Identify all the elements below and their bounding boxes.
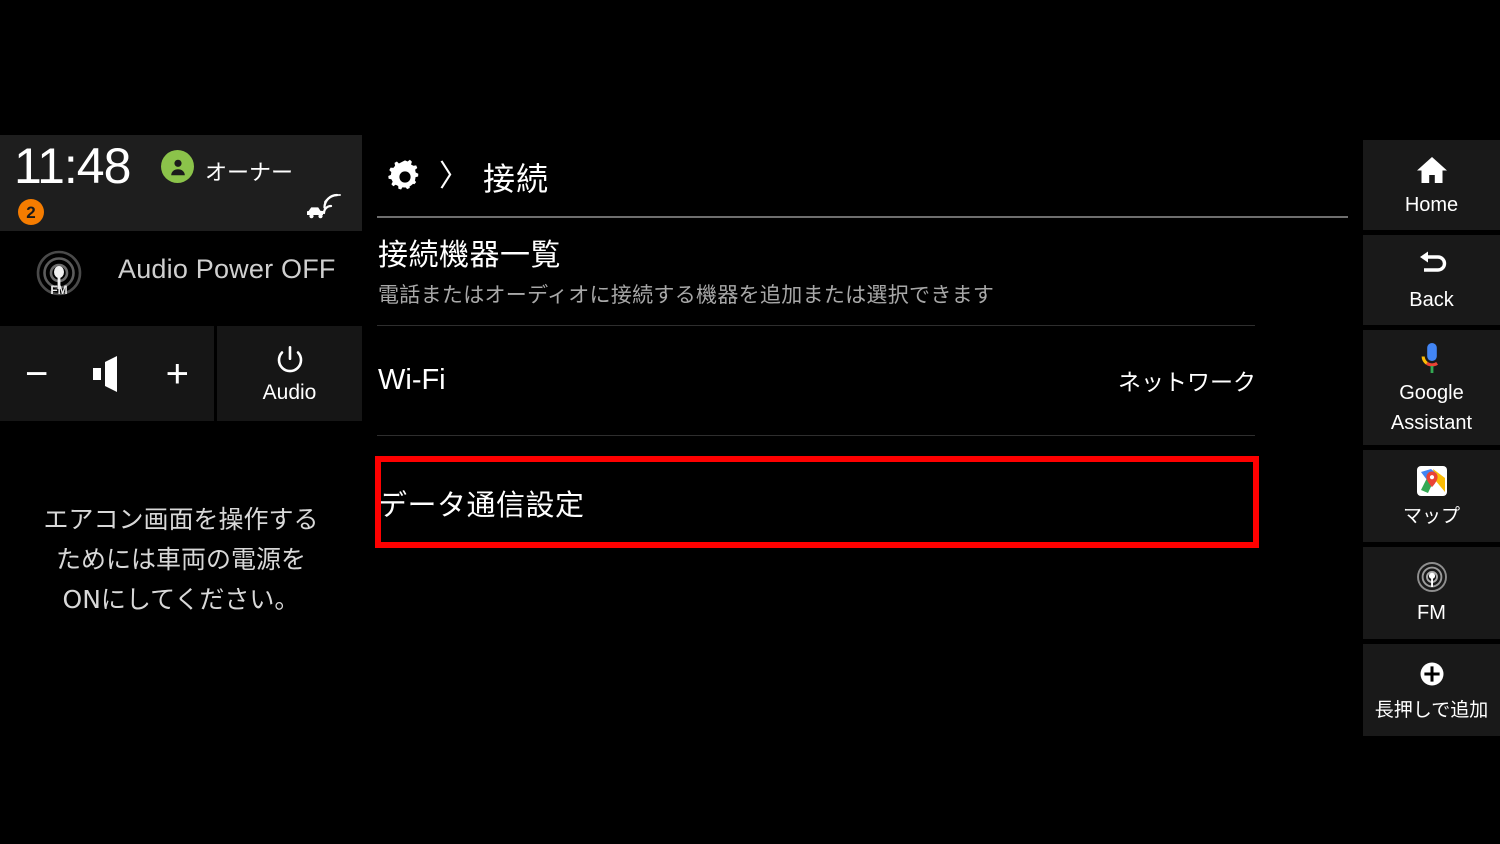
section-divider	[377, 325, 1255, 326]
screenshot-stage: 11:48 オーナー 2 FM Audio Power OFF − + Audi…	[0, 0, 1500, 844]
section-title: 接続機器一覧	[378, 238, 561, 273]
sidebar-item-label: FM	[1417, 602, 1446, 624]
notification-badge[interactable]: 2	[18, 199, 44, 225]
row-divider	[377, 435, 1255, 436]
power-icon	[272, 343, 308, 379]
chevron-right-icon: 〉	[439, 160, 469, 193]
breadcrumb: 〉 接続	[385, 149, 549, 205]
status-bar: 11:48 オーナー 2	[0, 135, 362, 231]
settings-gear-icon[interactable]	[385, 157, 425, 197]
google-assistant-mic-icon	[1415, 341, 1449, 375]
volume-down-button[interactable]: −	[14, 354, 60, 394]
highlight-annotation-box	[375, 456, 1259, 548]
left-panel: 11:48 オーナー 2 FM Audio Power OFF − + Audi…	[0, 135, 362, 705]
sidebar-item-back[interactable]: Back	[1363, 235, 1500, 325]
ac-message-line-2: ためには車両の電源を	[55, 545, 306, 574]
svg-text:FM: FM	[50, 283, 67, 297]
sidebar-item-label: マップ	[1402, 505, 1460, 527]
header-divider	[377, 216, 1348, 218]
speaker-icon[interactable]	[87, 355, 127, 392]
volume-block: − +	[0, 326, 214, 421]
sidebar-item-label-line2: Assistant	[1390, 411, 1473, 434]
connected-car-icon	[302, 191, 342, 223]
volume-control-row: − + Audio	[0, 326, 362, 421]
fm-radio-icon	[1415, 561, 1449, 595]
section-subtitle: 電話またはオーディオに接続する機器を追加または選択できます	[378, 283, 995, 307]
sidebar-item-label: 長押しで追加	[1374, 699, 1489, 721]
sidebar-item-add-shortcut[interactable]: 長押しで追加	[1363, 644, 1500, 736]
breadcrumb-current: 接続	[483, 160, 550, 198]
sidebar-item-fm[interactable]: FM	[1363, 547, 1500, 639]
home-icon	[1415, 153, 1449, 187]
clock: 11:48	[14, 138, 131, 194]
person-avatar-icon[interactable]	[161, 150, 194, 183]
ac-unavailable-message: エアコン画面を操作する ためには車両の電源を ONにしてください。	[0, 500, 362, 620]
fm-radio-icon: FM	[33, 249, 85, 301]
audio-button-label: Audio	[262, 380, 317, 404]
sidebar-item-label-line1: Google	[1399, 381, 1464, 404]
list-item-value: ネットワーク	[1118, 370, 1256, 396]
profile-name: オーナー	[205, 161, 294, 186]
sidebar-item-label: Back	[1409, 289, 1454, 311]
sidebar-item-google-assistant[interactable]: Google Assistant	[1363, 330, 1500, 445]
sidebar-item-maps[interactable]: マップ	[1363, 450, 1500, 542]
right-sidebar: Home Back Google Assistant マップ FM 長押しで追加	[1363, 135, 1500, 736]
ac-message-line-3: ONにしてください。	[62, 585, 300, 614]
audio-power-button[interactable]: Audio	[217, 326, 362, 421]
volume-up-button[interactable]: +	[154, 354, 200, 394]
main-content: 〉 接続 接続機器一覧 電話またはオーディオに接続する機器を追加または選択できま…	[362, 135, 1362, 705]
audio-power-status: Audio Power OFF	[118, 254, 336, 284]
ac-message-line-1: エアコン画面を操作する	[43, 505, 319, 534]
sidebar-item-label: Home	[1404, 194, 1459, 216]
infotainment-screen: 11:48 オーナー 2 FM Audio Power OFF − + Audi…	[0, 135, 1500, 736]
list-item-wifi[interactable]: Wi-Fi ネットワーク	[378, 347, 1256, 413]
back-arrow-icon	[1415, 248, 1449, 282]
plus-circle-icon	[1415, 658, 1449, 692]
list-item-label: Wi-Fi	[378, 363, 446, 396]
google-maps-icon	[1415, 464, 1449, 498]
audio-status-row[interactable]: FM Audio Power OFF	[0, 231, 362, 321]
sidebar-item-home[interactable]: Home	[1363, 140, 1500, 230]
